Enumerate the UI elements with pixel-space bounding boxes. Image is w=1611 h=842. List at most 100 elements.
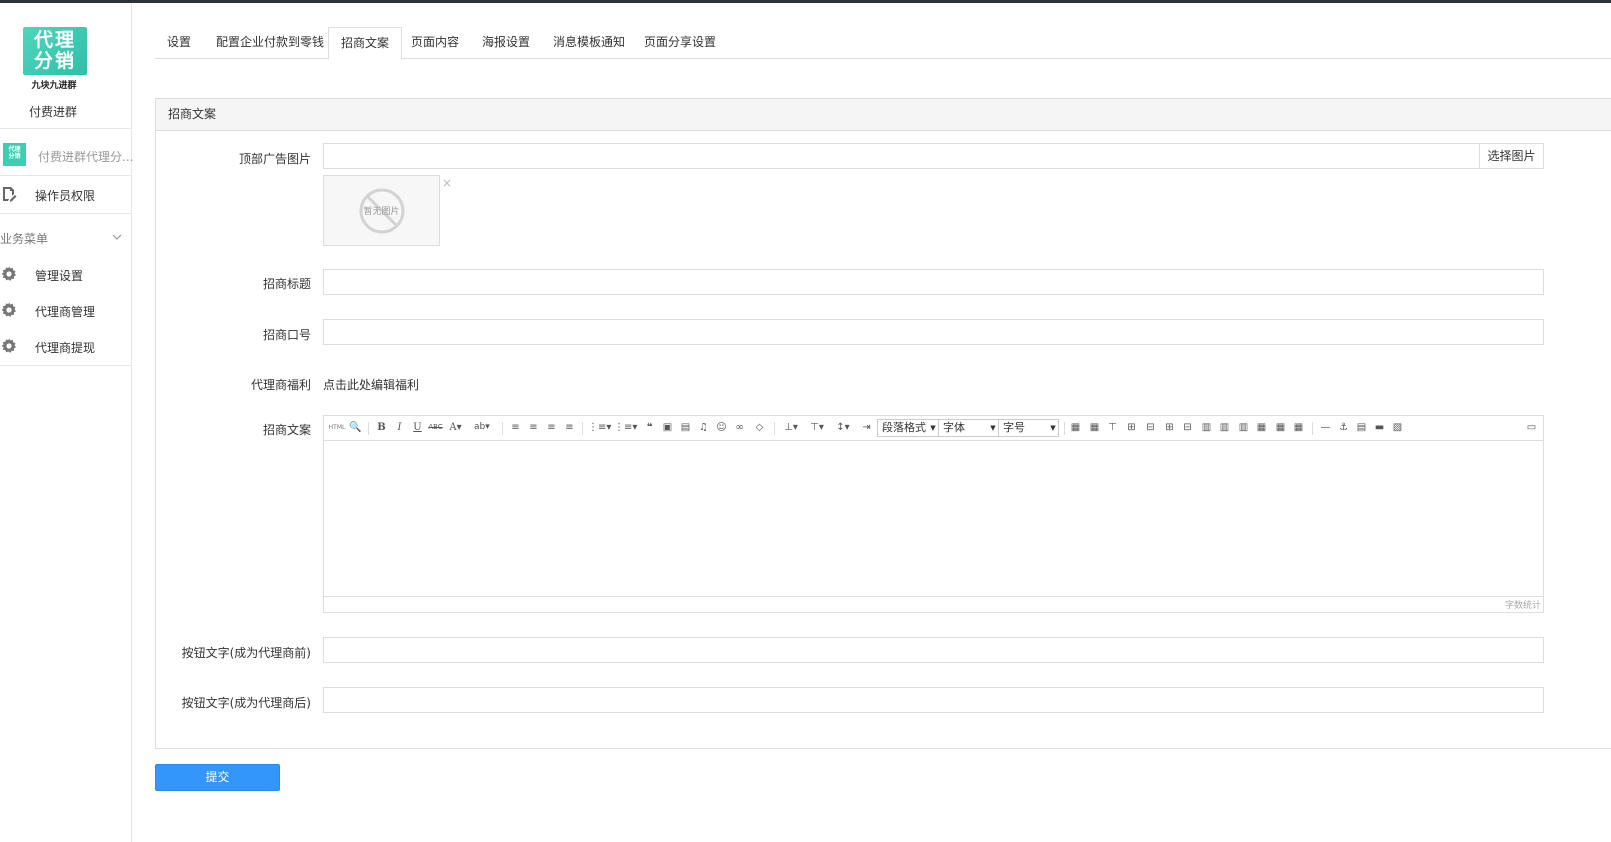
sidebar-group-business-menu[interactable]: 业务菜单 bbox=[0, 225, 131, 251]
font-family-select[interactable]: 字体 ▼ bbox=[938, 419, 999, 437]
merge-right-icon[interactable]: ▥ bbox=[1217, 420, 1232, 435]
anchor-icon[interactable]: ⚓ bbox=[1336, 420, 1351, 435]
top-bar bbox=[0, 0, 1611, 3]
font-color-icon[interactable]: A▾ bbox=[448, 420, 463, 435]
font-family-value: 字体 bbox=[943, 421, 965, 434]
align-center-icon[interactable]: ≡ bbox=[526, 420, 541, 435]
sidebar-divider bbox=[0, 365, 131, 366]
horizontal-rule-icon[interactable]: — bbox=[1318, 420, 1333, 435]
select-image-button[interactable]: 选择图片 bbox=[1479, 143, 1544, 169]
merge-down-icon[interactable]: ▥ bbox=[1236, 420, 1251, 435]
html-source-icon[interactable]: HTML bbox=[328, 420, 346, 435]
indent-icon[interactable]: ⇥ bbox=[859, 420, 874, 435]
toolbar-separator bbox=[774, 422, 775, 435]
insert-row-icon[interactable]: ⊞ bbox=[1124, 420, 1139, 435]
highlight-color-icon[interactable]: ab▾ bbox=[474, 420, 490, 435]
submit-button[interactable]: 提交 bbox=[155, 764, 280, 791]
top-image-input[interactable] bbox=[323, 143, 1480, 169]
ordered-list-icon[interactable]: ⋮≡▾ bbox=[588, 420, 611, 435]
edit-welfare-link[interactable]: 点击此处编辑福利 bbox=[323, 376, 419, 393]
plugin-name: 付费进群代理分... bbox=[38, 150, 134, 164]
link-icon[interactable]: ∞ bbox=[732, 420, 747, 435]
font-size-value: 字号 bbox=[1003, 421, 1025, 434]
gear-icon bbox=[1, 338, 17, 353]
unordered-list-icon[interactable]: ⋮≡▾ bbox=[614, 420, 637, 435]
paragraph-spacing-top-icon[interactable]: ⊥▾ bbox=[780, 420, 802, 435]
tab-enterprise-payment[interactable]: 配置企业付款到零钱 bbox=[204, 27, 336, 59]
paragraph-format-value: 段落格式 bbox=[882, 421, 926, 434]
recruit-title-input[interactable] bbox=[323, 269, 1544, 295]
insert-file-icon[interactable]: ▤ bbox=[1354, 420, 1369, 435]
remove-image-icon[interactable]: × bbox=[442, 176, 452, 190]
preview-zoom-icon[interactable]: 🔍 bbox=[348, 420, 363, 435]
sidebar-item-agent-management[interactable]: 代理商管理 bbox=[0, 294, 131, 328]
split-rows-icon[interactable]: ▦ bbox=[1273, 420, 1288, 435]
delete-row-icon[interactable]: ⊟ bbox=[1143, 420, 1158, 435]
sidebar-plugin-item[interactable]: 代理 分销 付费进群代理分... bbox=[0, 139, 134, 173]
toolbar-separator bbox=[1312, 422, 1313, 435]
italic-icon[interactable]: I bbox=[392, 420, 407, 435]
editor-footer: 字数统计 bbox=[324, 596, 1543, 612]
tab-poster-settings[interactable]: 海报设置 bbox=[470, 27, 542, 59]
button-text-after-label: 按钮文字(成为代理商后) bbox=[181, 696, 311, 710]
sidebar-group-label: 业务菜单 bbox=[0, 232, 49, 246]
toolbar-separator bbox=[368, 422, 369, 435]
insert-table-icon[interactable]: ▦ bbox=[1068, 420, 1083, 435]
merge-cells-icon[interactable]: ▥ bbox=[1199, 420, 1214, 435]
sidebar-item-label: 操作员权限 bbox=[35, 189, 96, 203]
editor-toolbar: HTML 🔍 B I U ABC A▾ ab▾ ≡ ≡ ≡ ≡ ⋮≡▾ ⋮≡▾ … bbox=[324, 416, 1543, 441]
delete-column-icon[interactable]: ⊟ bbox=[1180, 420, 1195, 435]
tab-page-share-settings[interactable]: 页面分享设置 bbox=[632, 27, 728, 59]
template-icon[interactable]: ▧ bbox=[1390, 420, 1405, 435]
sidebar-item-agent-withdrawal[interactable]: 代理商提现 bbox=[0, 330, 131, 364]
recruit-slogan-label: 招商口号 bbox=[262, 328, 311, 342]
sidebar-item-operator-permissions[interactable]: 操作员权限 bbox=[0, 178, 131, 212]
plugin-thumbnail-icon: 代理 分销 bbox=[3, 143, 26, 166]
tab-settings[interactable]: 设置 bbox=[155, 27, 203, 59]
tab-message-template[interactable]: 消息模板通知 bbox=[541, 27, 637, 59]
align-justify-icon[interactable]: ≡ bbox=[562, 420, 577, 435]
font-size-select[interactable]: 字号 ▼ bbox=[998, 419, 1059, 437]
line-height-icon[interactable]: ↕▾ bbox=[832, 420, 854, 435]
sidebar-item-label: 代理商提现 bbox=[35, 341, 96, 355]
sidebar-item-management-settings[interactable]: 管理设置 bbox=[0, 258, 131, 292]
dropdown-arrow-icon: ▼ bbox=[1050, 424, 1056, 432]
fullscreen-icon[interactable]: ▭ bbox=[1524, 420, 1539, 435]
align-right-icon[interactable]: ≡ bbox=[544, 420, 559, 435]
paragraph-format-select[interactable]: 段落格式 ▼ bbox=[877, 419, 939, 437]
split-cells-icon[interactable]: ▦ bbox=[1254, 420, 1269, 435]
sidebar-divider bbox=[0, 128, 131, 129]
paragraph-spacing-bottom-icon[interactable]: ⊤▾ bbox=[806, 420, 828, 435]
align-left-icon[interactable]: ≡ bbox=[508, 420, 523, 435]
insert-caption-icon[interactable]: ⊤ bbox=[1105, 420, 1120, 435]
app-logo: 代理 分销 bbox=[23, 27, 87, 75]
insert-column-icon[interactable]: ⊞ bbox=[1162, 420, 1177, 435]
strikethrough-icon[interactable]: ABC bbox=[428, 420, 443, 435]
insert-music-icon[interactable]: ♫ bbox=[696, 420, 711, 435]
insert-video-icon[interactable]: ▤ bbox=[678, 420, 693, 435]
recruit-slogan-input[interactable] bbox=[323, 319, 1544, 345]
toolbar-separator bbox=[1064, 422, 1065, 435]
tab-recruitment-copy[interactable]: 招商文案 bbox=[328, 27, 403, 60]
chevron-down-icon bbox=[112, 234, 122, 240]
sidebar-item-label: 代理商管理 bbox=[35, 305, 96, 319]
sidebar: 代理 分销 九块九进群 付费进群 代理 分销 付费进群代理分... 操作员权限 业… bbox=[0, 3, 134, 842]
bold-icon[interactable]: B bbox=[374, 420, 389, 435]
button-text-after-input[interactable] bbox=[323, 687, 1544, 713]
toolbar-separator bbox=[502, 422, 503, 435]
split-columns-icon[interactable]: ▦ bbox=[1291, 420, 1306, 435]
eraser-icon[interactable]: ◇ bbox=[752, 420, 767, 435]
insert-image-icon[interactable]: ▣ bbox=[660, 420, 675, 435]
recruit-title-label: 招商标题 bbox=[262, 277, 311, 291]
blockquote-icon[interactable]: ❝ bbox=[642, 420, 657, 435]
sidebar-divider bbox=[0, 213, 131, 214]
sidebar-divider bbox=[0, 175, 131, 176]
editor-content-area[interactable] bbox=[324, 442, 1543, 596]
button-text-before-input[interactable] bbox=[323, 637, 1544, 663]
table-properties-icon[interactable]: ▦ bbox=[1087, 420, 1102, 435]
emoticon-icon[interactable]: ☺ bbox=[714, 420, 729, 435]
button-text-before-label: 按钮文字(成为代理商前) bbox=[181, 646, 311, 660]
tab-page-content[interactable]: 页面内容 bbox=[399, 27, 471, 59]
underline-icon[interactable]: U bbox=[410, 420, 425, 435]
print-icon[interactable]: ▬ bbox=[1372, 420, 1387, 435]
